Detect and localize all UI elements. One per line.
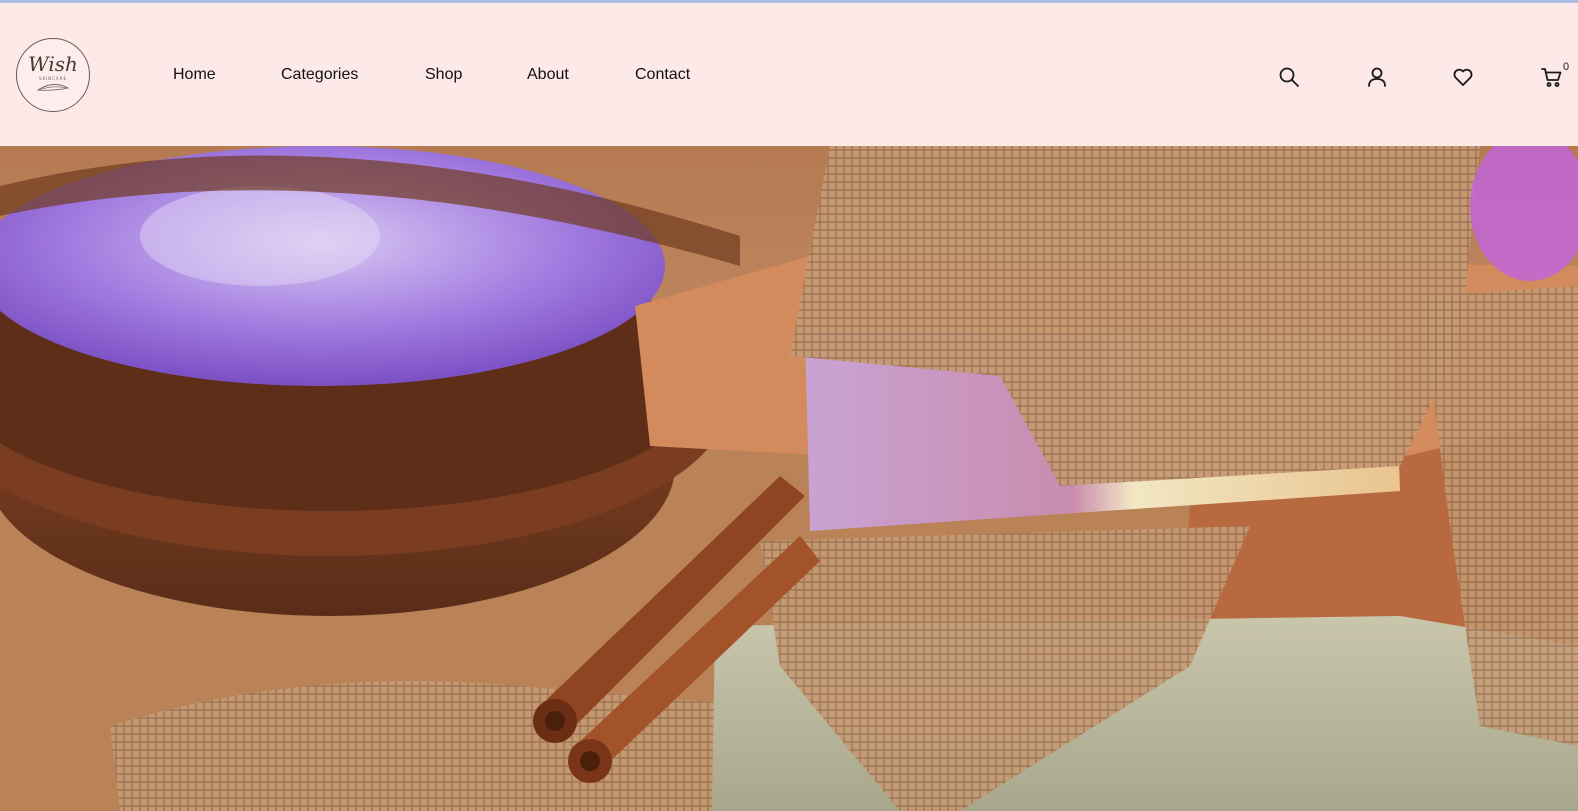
user-icon[interactable] — [1365, 65, 1389, 89]
nav-contact[interactable]: Contact — [635, 66, 690, 84]
heart-icon[interactable] — [1451, 65, 1475, 89]
nav-shop[interactable]: Shop — [425, 66, 462, 84]
hero-soap-illustration — [0, 146, 1578, 811]
hero-image — [0, 146, 1578, 811]
logo-wordmark: Wish — [28, 52, 78, 76]
nav-home[interactable]: Home — [173, 66, 216, 84]
nav-categories[interactable]: Categories — [281, 66, 358, 84]
nav-about[interactable]: About — [527, 66, 569, 84]
brand-logo[interactable]: Wish SKINCARE — [16, 38, 90, 112]
cart-count-badge: 0 — [1563, 61, 1570, 73]
leaf-icon — [36, 84, 70, 91]
site-header: Wish SKINCARE Home Categories Shop About… — [0, 3, 1578, 146]
search-icon[interactable] — [1277, 65, 1301, 89]
logo-tagline: SKINCARE — [38, 76, 68, 81]
cart-icon[interactable] — [1540, 65, 1564, 89]
